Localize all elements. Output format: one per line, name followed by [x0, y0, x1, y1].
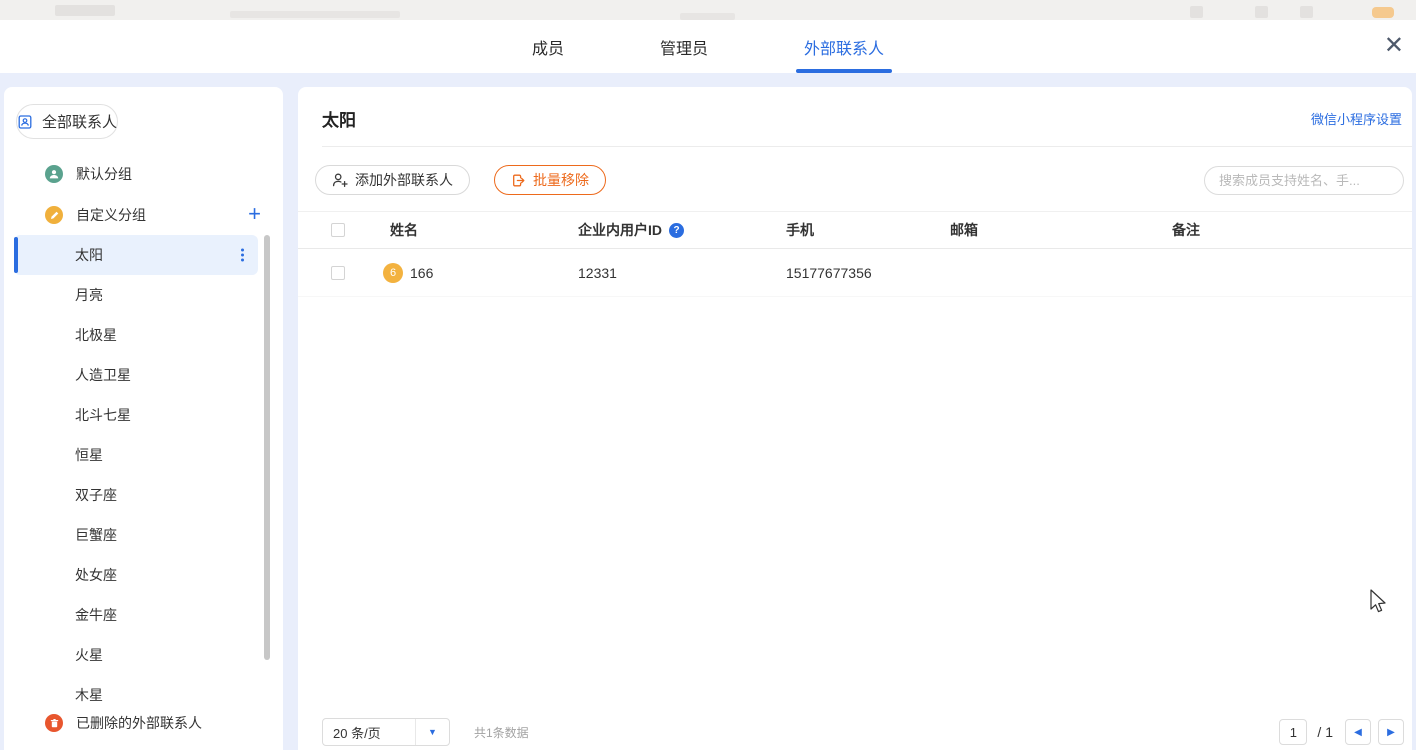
chevron-down-icon: ▼ [415, 719, 449, 745]
column-header-name: 姓名 [390, 220, 418, 240]
trash-icon [45, 714, 63, 732]
sidebar: 全部联系人 默认分组 自定义分组 + [4, 87, 283, 750]
group-label: 北极星 [75, 325, 117, 345]
add-external-contact-label: 添加外部联系人 [355, 170, 453, 190]
select-all-checkbox[interactable] [331, 223, 345, 237]
close-icon[interactable]: ✕ [1380, 32, 1408, 60]
background-ghost [1255, 6, 1268, 18]
group-label: 太阳 [75, 245, 103, 265]
pencil-icon [45, 206, 63, 224]
sidebar-group-item[interactable]: 北极星 [14, 315, 258, 355]
group-label: 人造卫星 [75, 365, 131, 385]
cell-phone: 15177677356 [786, 265, 872, 281]
tab-external-contacts[interactable]: 外部联系人 [796, 20, 892, 73]
custom-group-label: 自定义分组 [76, 205, 146, 225]
sidebar-group-item[interactable]: 处女座 [14, 555, 258, 595]
page-title: 太阳 [322, 106, 356, 131]
sidebar-group-item[interactable]: 北斗七星 [14, 395, 258, 435]
main-header: 太阳 微信小程序设置 [298, 87, 1412, 131]
group-label: 火星 [75, 645, 103, 665]
sidebar-item-default-group[interactable]: 默认分组 [4, 162, 283, 186]
sidebar-group-item[interactable]: 巨蟹座 [14, 515, 258, 555]
page-size-select[interactable]: 20 条/页 ▼ [322, 718, 450, 746]
column-header-phone: 手机 [786, 220, 814, 240]
person-add-icon [332, 172, 348, 188]
next-page-button[interactable]: ▶ [1378, 719, 1404, 745]
contact-name: 166 [410, 265, 433, 281]
sidebar-scrollbar[interactable] [264, 235, 270, 660]
background-ghost [1190, 6, 1203, 18]
contacts-book-icon [17, 114, 33, 130]
all-contacts-label: 全部联系人 [42, 111, 117, 132]
cell-name: 6 166 [383, 263, 433, 283]
background-ghost [55, 5, 115, 16]
background-ghost [680, 13, 735, 20]
main-panel: 太阳 微信小程序设置 添加外部联系人 [298, 87, 1412, 750]
current-page-box[interactable]: 1 [1279, 719, 1307, 745]
all-contacts-button[interactable]: 全部联系人 [16, 104, 118, 139]
table-row[interactable]: 6 166 12331 15177677356 [298, 249, 1412, 297]
group-label: 巨蟹座 [75, 525, 117, 545]
group-label: 北斗七星 [75, 405, 131, 425]
page-size-value: 20 条/页 [323, 723, 415, 742]
tab-bar: 成员 管理员 外部联系人 ✕ [0, 20, 1416, 73]
group-list: 太阳 月亮 北极星 人造卫星 北斗七星 恒星 双子座 巨蟹座 处女座 金牛座 火… [4, 235, 283, 715]
batch-remove-label: 批量移除 [533, 170, 589, 190]
add-external-contact-button[interactable]: 添加外部联系人 [315, 165, 470, 195]
help-icon[interactable]: ? [669, 223, 684, 238]
table-footer: 20 条/页 ▼ 共1条数据 1 / 1 ◀ ▶ [322, 718, 1404, 746]
dimmed-background [0, 0, 1416, 20]
sidebar-group-item[interactable]: 恒星 [14, 435, 258, 475]
add-group-icon[interactable]: + [248, 201, 261, 227]
table-header-row: 姓名 企业内用户ID ? 手机 邮箱 备注 [298, 211, 1412, 249]
sidebar-group-item[interactable]: 双子座 [14, 475, 258, 515]
pagination: 1 / 1 ◀ ▶ [1279, 719, 1404, 745]
person-icon [45, 165, 63, 183]
sidebar-group-item[interactable]: 月亮 [14, 275, 258, 315]
batch-remove-button[interactable]: 批量移除 [494, 165, 606, 195]
deleted-contacts-label: 已删除的外部联系人 [76, 713, 202, 733]
sidebar-group-item[interactable]: 金牛座 [14, 595, 258, 635]
remove-export-icon [511, 173, 526, 188]
sidebar-group-item[interactable]: 火星 [14, 635, 258, 675]
group-label: 处女座 [75, 565, 117, 585]
sidebar-item-custom-group[interactable]: 自定义分组 + [4, 203, 283, 227]
background-ghost [230, 11, 400, 18]
sidebar-group-item[interactable]: 木星 [14, 675, 258, 715]
group-label: 恒星 [75, 445, 103, 465]
contacts-modal: 成员 管理员 外部联系人 ✕ 全部联系人 [0, 20, 1416, 750]
modal-content: 全部联系人 默认分组 自定义分组 + [0, 73, 1416, 750]
group-label: 月亮 [75, 285, 103, 305]
arrow-left-icon: ◀ [1354, 727, 1362, 738]
toolbar: 添加外部联系人 批量移除 [315, 165, 1404, 195]
header-divider [322, 146, 1412, 147]
sidebar-group-item[interactable]: 人造卫星 [14, 355, 258, 395]
search-input[interactable] [1219, 173, 1395, 188]
tab-admins[interactable]: 管理员 [652, 20, 716, 73]
column-header-remark: 备注 [1172, 220, 1200, 240]
column-header-email: 邮箱 [950, 220, 978, 240]
miniprogram-settings-link[interactable]: 微信小程序设置 [1311, 109, 1402, 128]
avatar: 6 [383, 263, 403, 283]
total-count-text: 共1条数据 [474, 724, 529, 741]
arrow-right-icon: ▶ [1387, 727, 1395, 738]
background-ghost [1300, 6, 1313, 18]
default-group-label: 默认分组 [76, 164, 132, 184]
total-pages-text: / 1 [1317, 724, 1333, 740]
contacts-table: 姓名 企业内用户ID ? 手机 邮箱 备注 6 166 12331 [298, 211, 1412, 297]
group-label: 金牛座 [75, 605, 117, 625]
group-label: 木星 [75, 685, 103, 705]
group-label: 双子座 [75, 485, 117, 505]
sidebar-item-deleted-contacts[interactable]: 已删除的外部联系人 [4, 711, 283, 735]
prev-page-button[interactable]: ◀ [1345, 719, 1371, 745]
row-checkbox[interactable] [331, 266, 345, 280]
search-box [1204, 166, 1404, 195]
background-ghost [1372, 7, 1394, 18]
sidebar-group-item[interactable]: 太阳 [14, 235, 258, 275]
more-options-icon[interactable] [237, 245, 248, 266]
cell-userid: 12331 [578, 265, 617, 281]
tab-members[interactable]: 成员 [524, 20, 572, 73]
column-header-userid: 企业内用户ID ? [578, 220, 684, 240]
